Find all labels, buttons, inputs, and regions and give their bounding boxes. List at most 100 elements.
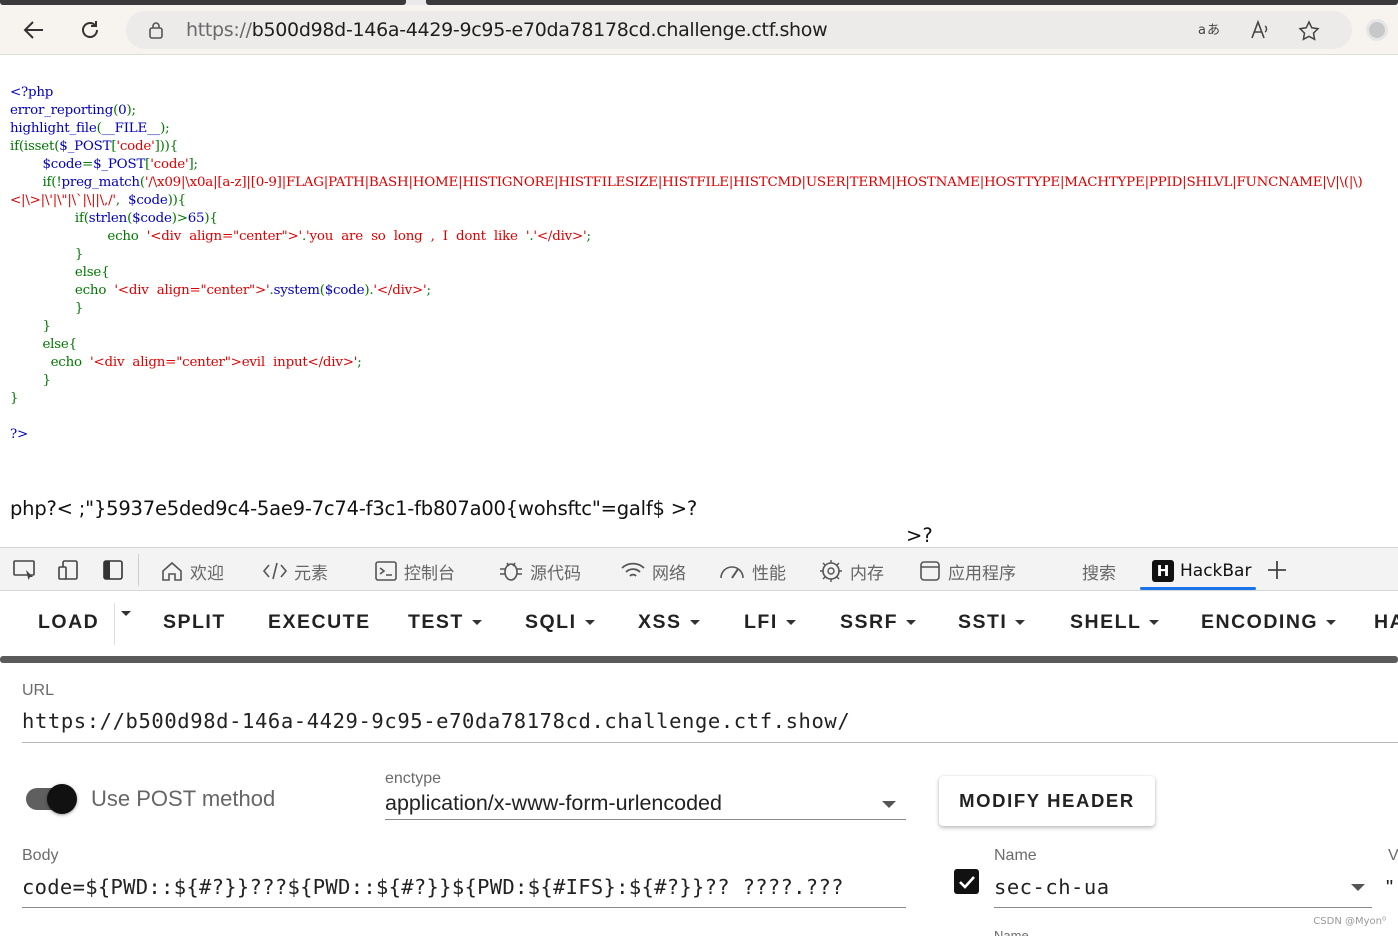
code-token: strlen — [88, 211, 128, 226]
code-line: error_reporting(0); — [10, 102, 1363, 120]
code-token: system — [273, 283, 320, 298]
hackbar-icon: H — [1152, 560, 1174, 582]
code-line: else{ — [10, 336, 1363, 354]
menu-shell[interactable]: SHELL — [1070, 611, 1160, 634]
code-token: if( — [10, 211, 89, 226]
enctype-select[interactable]: application/x-www-form-urlencoded — [385, 791, 722, 816]
code-token: echo — [10, 355, 90, 370]
code-token: <?php — [10, 85, 54, 100]
menu-ssti[interactable]: SSTI — [958, 611, 1026, 634]
menu-split[interactable]: SPLIT — [163, 611, 226, 634]
code-token: ?> — [10, 427, 28, 442]
code-token: ])){ — [154, 139, 179, 154]
code-token: echo — [10, 229, 147, 244]
watermark: CSDN @Myon⁰ — [1313, 916, 1386, 927]
menu-hashing-partial[interactable]: HA — [1374, 611, 1398, 634]
menu-lfi[interactable]: LFI — [744, 611, 796, 634]
code-token: $_POST — [93, 157, 146, 172]
code-line: ?> — [10, 426, 1363, 444]
code-token: ; — [357, 355, 362, 370]
code-line: } — [10, 390, 1363, 408]
command-output: php?< ;"}5937e5ded9c4-5ae9-7c74-f3c1-fb8… — [10, 497, 698, 520]
menu-xss[interactable]: XSS — [638, 611, 700, 634]
code-token: ; — [426, 283, 432, 298]
home-icon — [162, 561, 182, 581]
tab-application[interactable]: 应用程序 — [918, 556, 1016, 586]
code-line: <|\>|\'|\"|\`|\||\,/', $code)){ — [10, 192, 1363, 210]
tab-sources[interactable]: 源代码 — [498, 556, 581, 586]
inspect-element-icon[interactable] — [12, 558, 38, 582]
back-icon[interactable] — [16, 12, 52, 48]
modify-header-button[interactable]: MODIFY HEADER — [939, 776, 1155, 826]
menu-test[interactable]: TEST — [408, 611, 482, 634]
add-tab-icon[interactable] — [1264, 558, 1290, 582]
tab-network[interactable]: 网络 — [620, 556, 686, 586]
hackbar-progress-bar — [0, 656, 1398, 663]
code-token: 65 — [187, 211, 205, 226]
code-token: highlight_file — [10, 121, 97, 136]
tab-search[interactable]: 搜索 — [1082, 556, 1116, 586]
dock-side-icon[interactable] — [100, 558, 126, 582]
chevron-down-icon — [1326, 620, 1337, 625]
chevron-down-icon[interactable] — [882, 801, 896, 808]
post-toggle-knob[interactable] — [47, 784, 77, 814]
chevron-down-icon — [1149, 620, 1160, 625]
active-tab-indicator — [1140, 587, 1256, 590]
url-input[interactable]: https://b500d98d-146a-4429-9c95-e70da781… — [22, 709, 850, 733]
code-token: echo — [10, 283, 115, 298]
tab-hackbar[interactable]: H HackBar — [1152, 556, 1251, 586]
favorite-star-icon[interactable] — [1298, 20, 1320, 47]
code-line: echo '<div align="center">'.'you are so … — [10, 228, 1363, 246]
profile-avatar-icon[interactable] — [1366, 19, 1388, 41]
menu-ssrf[interactable]: SSRF — [840, 611, 917, 634]
code-line: } — [10, 372, 1363, 390]
code-token: '<div align="center">' — [146, 229, 302, 244]
code-token: $_POST — [59, 139, 112, 154]
code-token: '</div>' — [533, 229, 587, 244]
header-name-input[interactable]: sec-ch-ua — [994, 875, 1110, 899]
address-url[interactable]: https://b500d98d-146a-4429-9c95-e70da781… — [186, 19, 828, 41]
load-dropdown-chevron-icon[interactable] — [121, 611, 131, 616]
svg-text:あ: あ — [1207, 23, 1220, 38]
tab-console[interactable]: 控制台 — [374, 556, 455, 586]
header-enabled-checkbox[interactable] — [954, 869, 979, 894]
divider — [114, 603, 115, 645]
menu-encoding[interactable]: ENCODING — [1201, 611, 1337, 634]
code-line: if(!preg_match('/\x09|\x0a|[a-z]|[0-9]|F… — [10, 174, 1362, 192]
code-token: )> — [171, 211, 188, 226]
code-token: ){ — [204, 211, 218, 226]
hackbar-menu: LOAD SPLIT EXECUTE TEST SQLI XSS LFI SSR… — [0, 591, 1398, 657]
devtools-tab-bar: 欢迎 元素 控制台 源代码 网络 性能 内存 应用程序 搜索 H HackBar — [0, 547, 1398, 591]
gauge-icon — [720, 566, 744, 579]
code-token: ); — [126, 103, 136, 118]
menu-sqli[interactable]: SQLI — [525, 611, 595, 634]
device-emulation-icon[interactable] — [56, 558, 82, 582]
browser-toolbar: https://b500d98d-146a-4429-9c95-e70da781… — [0, 5, 1398, 55]
code-token: } — [10, 301, 84, 316]
address-bar[interactable]: https://b500d98d-146a-4429-9c95-e70da781… — [126, 11, 1352, 49]
chevron-down-icon — [689, 620, 700, 625]
tab-welcome[interactable]: 欢迎 — [160, 556, 224, 586]
code-token: '<div align="center">' — [114, 283, 270, 298]
code-line: } — [10, 246, 1363, 264]
body-input[interactable]: code=${PWD::${#?}}???${PWD::${#?}}${PWD:… — [22, 875, 906, 899]
code-token: $code — [10, 157, 83, 172]
header-value-input[interactable]: " — [1386, 877, 1393, 900]
translate-icon[interactable]: aあ — [1198, 20, 1220, 43]
menu-execute[interactable]: EXECUTE — [268, 611, 371, 634]
tab-elements[interactable]: 元素 — [262, 556, 328, 586]
code-token: } — [10, 247, 84, 262]
app-icon — [920, 561, 940, 581]
tab-performance[interactable]: 性能 — [718, 556, 786, 586]
code-line: if(isset($_POST['code'])){ — [10, 138, 1363, 156]
read-aloud-icon[interactable] — [1250, 19, 1272, 45]
tab-memory[interactable]: 内存 — [818, 556, 884, 586]
bug-icon — [500, 562, 522, 581]
chevron-down-icon[interactable] — [1351, 884, 1365, 891]
code-line: $code=$_POST['code']; — [10, 156, 1363, 174]
menu-load[interactable]: LOAD — [38, 611, 99, 634]
code-token: 'you are so long , I dont like ' — [306, 229, 530, 244]
header-value-label: V — [1388, 847, 1398, 864]
refresh-icon[interactable] — [72, 12, 108, 48]
lock-icon[interactable] — [148, 21, 164, 44]
